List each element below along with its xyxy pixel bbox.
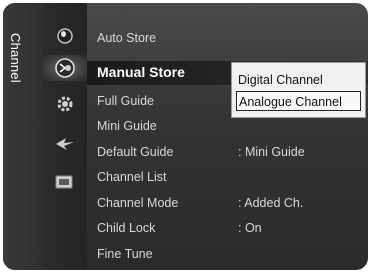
menu-item-label: Full Guide bbox=[97, 94, 154, 108]
picture-icon[interactable] bbox=[43, 23, 87, 49]
channel-side-tab[interactable]: Channel bbox=[3, 3, 43, 270]
menu-item-mini-guide[interactable]: Mini Guide bbox=[87, 115, 368, 139]
application-icon[interactable] bbox=[43, 169, 87, 195]
channel-menu-list: Auto Store Manual Store Full Guide Mini … bbox=[87, 3, 368, 270]
menu-item-fine-tune[interactable]: Fine Tune bbox=[87, 243, 368, 267]
setup-icon[interactable] bbox=[43, 91, 87, 117]
menu-item-label: Default Guide bbox=[97, 145, 174, 159]
menu-item-label: Mini Guide bbox=[97, 119, 157, 133]
menu-item-label: Manual Store bbox=[97, 64, 185, 80]
side-tab-label: Channel bbox=[8, 33, 23, 83]
menu-item-default-guide[interactable]: Default Guide : Mini Guide bbox=[87, 141, 368, 165]
menu-item-label: Child Lock bbox=[97, 221, 156, 235]
menu-item-channel-mode[interactable]: Channel Mode : Added Ch. bbox=[87, 192, 368, 216]
menu-item-value: : On bbox=[238, 221, 262, 235]
submenu-item-analogue-channel[interactable]: Analogue Channel bbox=[236, 91, 361, 111]
manual-store-submenu: Digital Channel Analogue Channel bbox=[231, 62, 366, 118]
menu-item-channel-list[interactable]: Channel List bbox=[87, 166, 368, 190]
menu-item-value: : Mini Guide bbox=[238, 145, 305, 159]
menu-item-label: Channel Mode bbox=[97, 196, 179, 210]
menu-item-value: : Added Ch. bbox=[238, 196, 304, 210]
menu-item-auto-store[interactable]: Auto Store bbox=[87, 27, 368, 51]
menu-item-label: Auto Store bbox=[97, 31, 157, 45]
channel-icon[interactable] bbox=[43, 55, 87, 81]
menu-item-child-lock[interactable]: Child Lock : On bbox=[87, 217, 368, 241]
menu-category-icons bbox=[43, 3, 87, 270]
menu-item-label: Channel List bbox=[97, 170, 167, 184]
menu-item-label: Fine Tune bbox=[97, 247, 153, 261]
submenu-item-digital-channel[interactable]: Digital Channel bbox=[236, 70, 361, 90]
input-icon[interactable] bbox=[43, 131, 87, 157]
osd-menu-panel: Channel Auto Store Manual Store Full Gui… bbox=[3, 3, 368, 270]
